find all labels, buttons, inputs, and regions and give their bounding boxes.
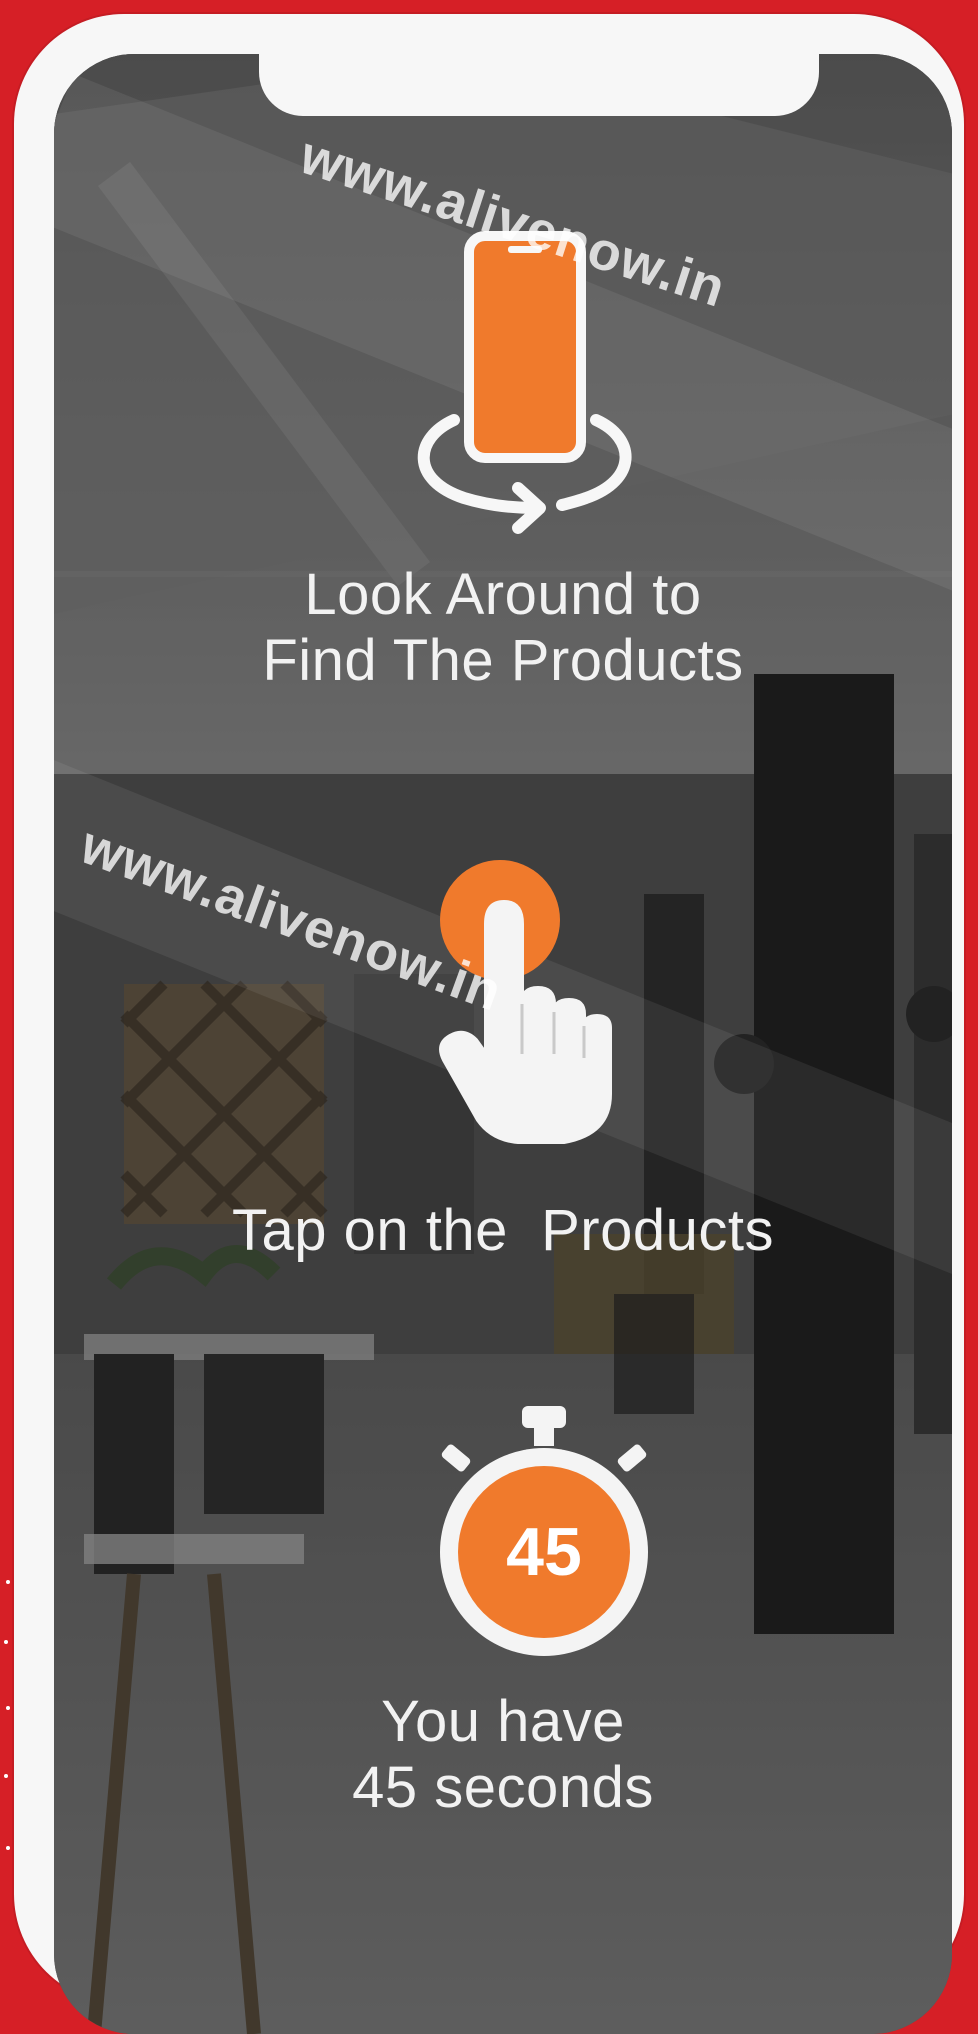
phone-screen: Look Around to Find The Products Tap on … <box>54 54 952 2034</box>
timer-value: 45 <box>506 1514 582 1590</box>
step-label-line: Tap on the Products <box>232 1198 774 1263</box>
stopwatch-icon: 45 <box>434 1402 654 1676</box>
phone-notch <box>259 54 819 116</box>
step-tap: Tap on the Products <box>54 1198 952 1264</box>
step-label-line: Look Around to <box>304 562 702 627</box>
step-label-line: Find The Products <box>262 628 744 693</box>
step-timer: You have 45 seconds <box>54 1689 952 1821</box>
step-look-around: Look Around to Find The Products <box>54 562 952 694</box>
step-label-line: 45 seconds <box>352 1755 654 1820</box>
step-label-line: You have <box>381 1689 625 1754</box>
phone-frame: Look Around to Find The Products Tap on … <box>14 14 964 2034</box>
